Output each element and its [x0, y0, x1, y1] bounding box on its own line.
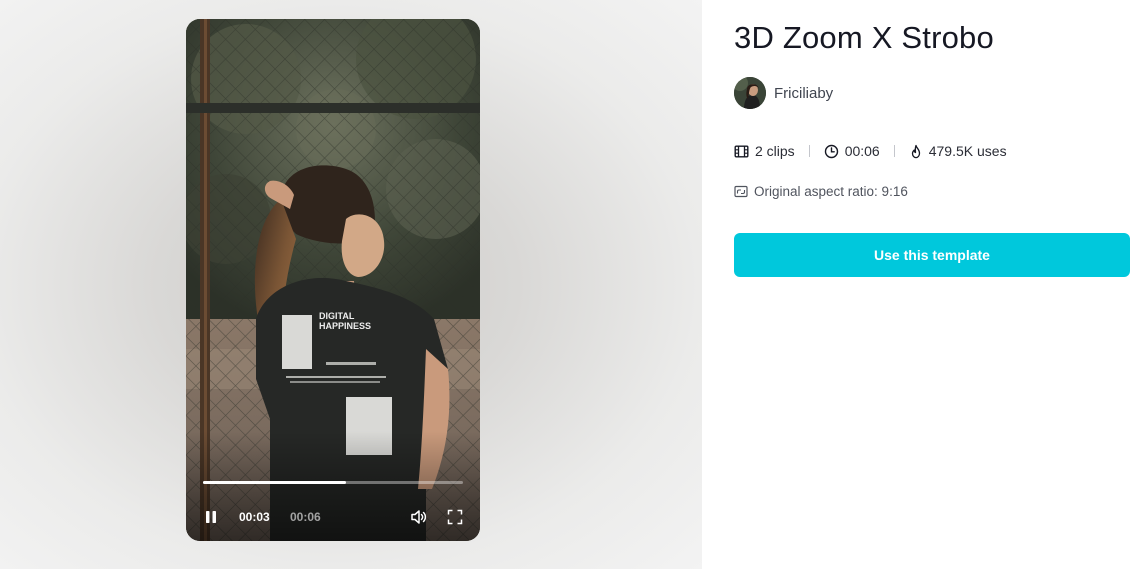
stats-divider: [808, 145, 810, 157]
template-stats: 2 clips 00:06 479.5K uses: [734, 141, 1007, 161]
flame-icon: [911, 144, 920, 158]
fullscreen-button[interactable]: [445, 507, 465, 527]
clips-stat: 2 clips: [734, 143, 795, 159]
aspect-ratio-info: Original aspect ratio: 9:16: [734, 181, 908, 201]
preview-area: DIGITAL HAPPINESS 00:03 00:06: [0, 0, 702, 569]
use-template-button[interactable]: Use this template: [734, 233, 1130, 277]
volume-icon: [411, 510, 427, 524]
fullscreen-icon: [447, 509, 463, 525]
clock-icon: [824, 144, 838, 158]
template-detail-page: DIGITAL HAPPINESS 00:03 00:06 3D Zoom X …: [0, 0, 1145, 569]
shirt-print-line-2: HAPPINESS: [319, 321, 371, 331]
player-controls: 00:03 00:06: [186, 505, 480, 529]
template-title: 3D Zoom X Strobo: [734, 20, 994, 55]
avatar: [734, 77, 766, 109]
author-link[interactable]: Friciliaby: [734, 76, 833, 110]
current-time: 00:03: [239, 510, 270, 524]
stats-divider: [893, 145, 895, 157]
video-player[interactable]: DIGITAL HAPPINESS 00:03 00:06: [186, 19, 480, 541]
progress-bar[interactable]: [203, 481, 463, 484]
clips-count: 2 clips: [755, 143, 795, 159]
uses-count: 479.5K uses: [928, 143, 1007, 159]
author-name: Friciliaby: [774, 84, 834, 102]
progress-bar-fill: [203, 481, 346, 484]
duration-stat: 00:06: [824, 143, 880, 159]
total-time: 00:06: [290, 510, 321, 524]
shirt-print-line-1: DIGITAL: [319, 311, 355, 321]
duration-value: 00:06: [844, 143, 880, 159]
pause-button[interactable]: [201, 507, 221, 527]
volume-button[interactable]: [409, 507, 429, 527]
uses-stat: 479.5K uses: [909, 143, 1007, 159]
aspect-ratio-text: Original aspect ratio: 9:16: [754, 183, 908, 199]
aspect-ratio-icon: [734, 185, 748, 197]
film-icon: [734, 145, 749, 158]
template-info-panel: 3D Zoom X Strobo Friciliaby 2 clips 00:0…: [734, 0, 1134, 569]
pause-icon: [206, 511, 216, 523]
